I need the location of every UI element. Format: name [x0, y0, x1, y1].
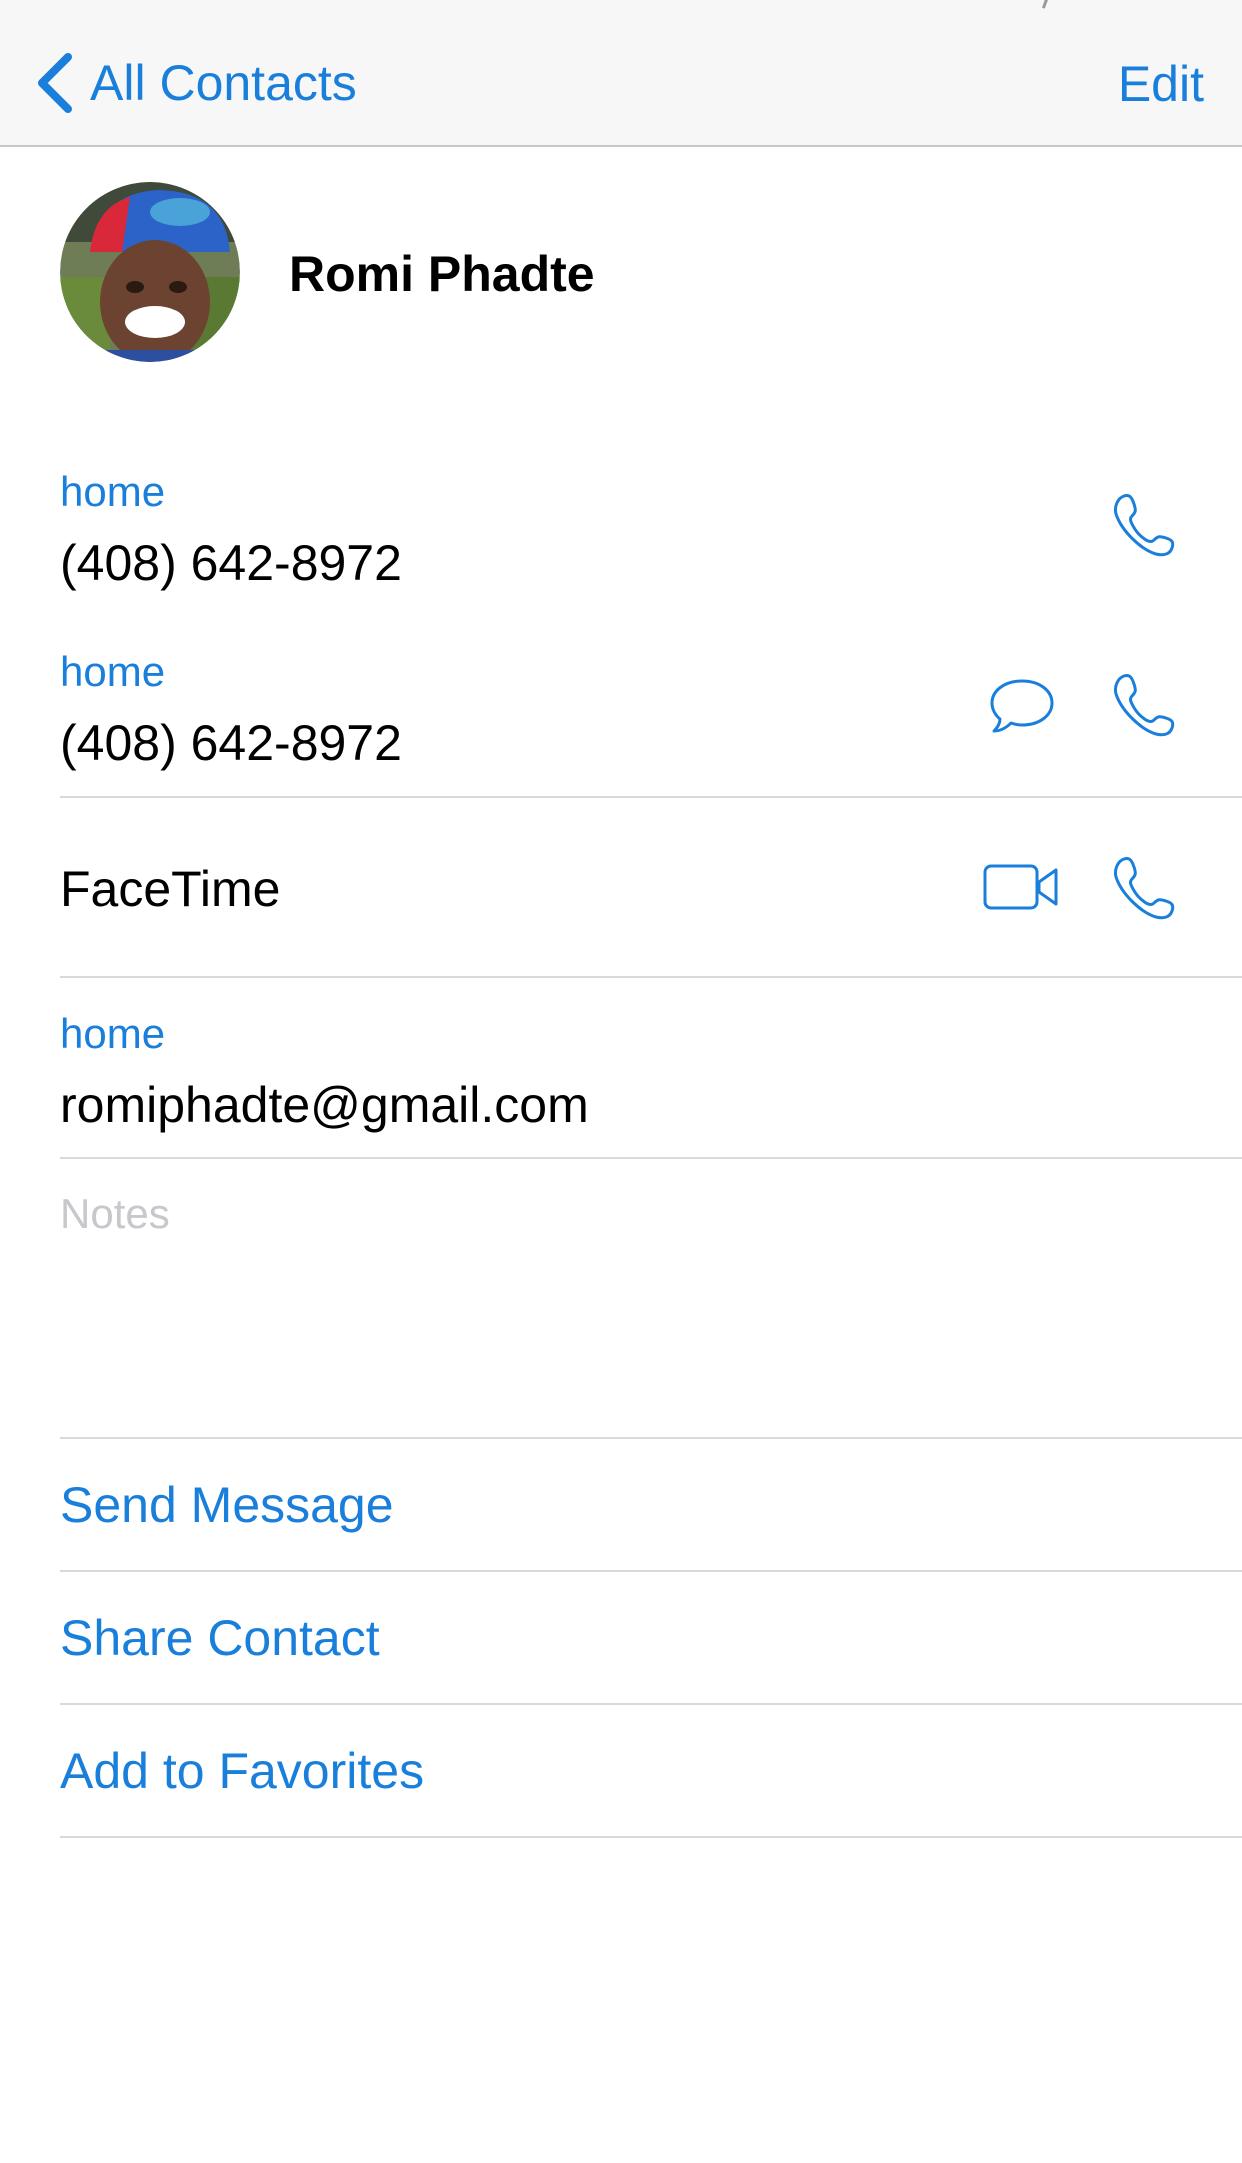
- notes-field[interactable]: Notes: [60, 1190, 170, 1238]
- status-indicator-icon: [1028, 0, 1049, 9]
- phone-number[interactable]: (408) 642-8972: [60, 714, 402, 772]
- avatar-photo: [60, 182, 240, 362]
- send-message-button[interactable]: Send Message: [60, 1476, 394, 1534]
- add-to-favorites-button[interactable]: Add to Favorites: [60, 1742, 424, 1800]
- separator: [60, 976, 1242, 978]
- separator: [60, 1157, 1242, 1159]
- back-button[interactable]: All Contacts: [34, 48, 357, 118]
- share-contact-button[interactable]: Share Contact: [60, 1609, 380, 1667]
- contact-name: Romi Phadte: [289, 246, 595, 302]
- phone-icon[interactable]: [1110, 853, 1178, 921]
- avatar: [60, 182, 240, 362]
- edit-button[interactable]: Edit: [1118, 55, 1204, 113]
- email-label: home: [60, 1010, 166, 1057]
- phone-icon[interactable]: [1110, 490, 1178, 558]
- separator: [60, 1836, 1242, 1838]
- navigation-bar: All Contacts Edit: [0, 0, 1242, 147]
- video-camera-icon[interactable]: [982, 862, 1060, 912]
- separator: [60, 1437, 1242, 1439]
- phone-label: home: [60, 468, 166, 515]
- phone-icon[interactable]: [1110, 670, 1178, 738]
- message-bubble-icon[interactable]: [988, 675, 1056, 737]
- phone-number[interactable]: (408) 642-8972: [60, 534, 402, 592]
- separator: [60, 1570, 1242, 1572]
- separator: [60, 796, 1242, 798]
- back-button-label: All Contacts: [90, 55, 357, 111]
- separator: [60, 1703, 1242, 1705]
- chevron-left-icon: [38, 53, 72, 113]
- email-address[interactable]: romiphadte@gmail.com: [60, 1076, 589, 1134]
- facetime-label[interactable]: FaceTime: [60, 860, 280, 918]
- phone-label: home: [60, 648, 166, 695]
